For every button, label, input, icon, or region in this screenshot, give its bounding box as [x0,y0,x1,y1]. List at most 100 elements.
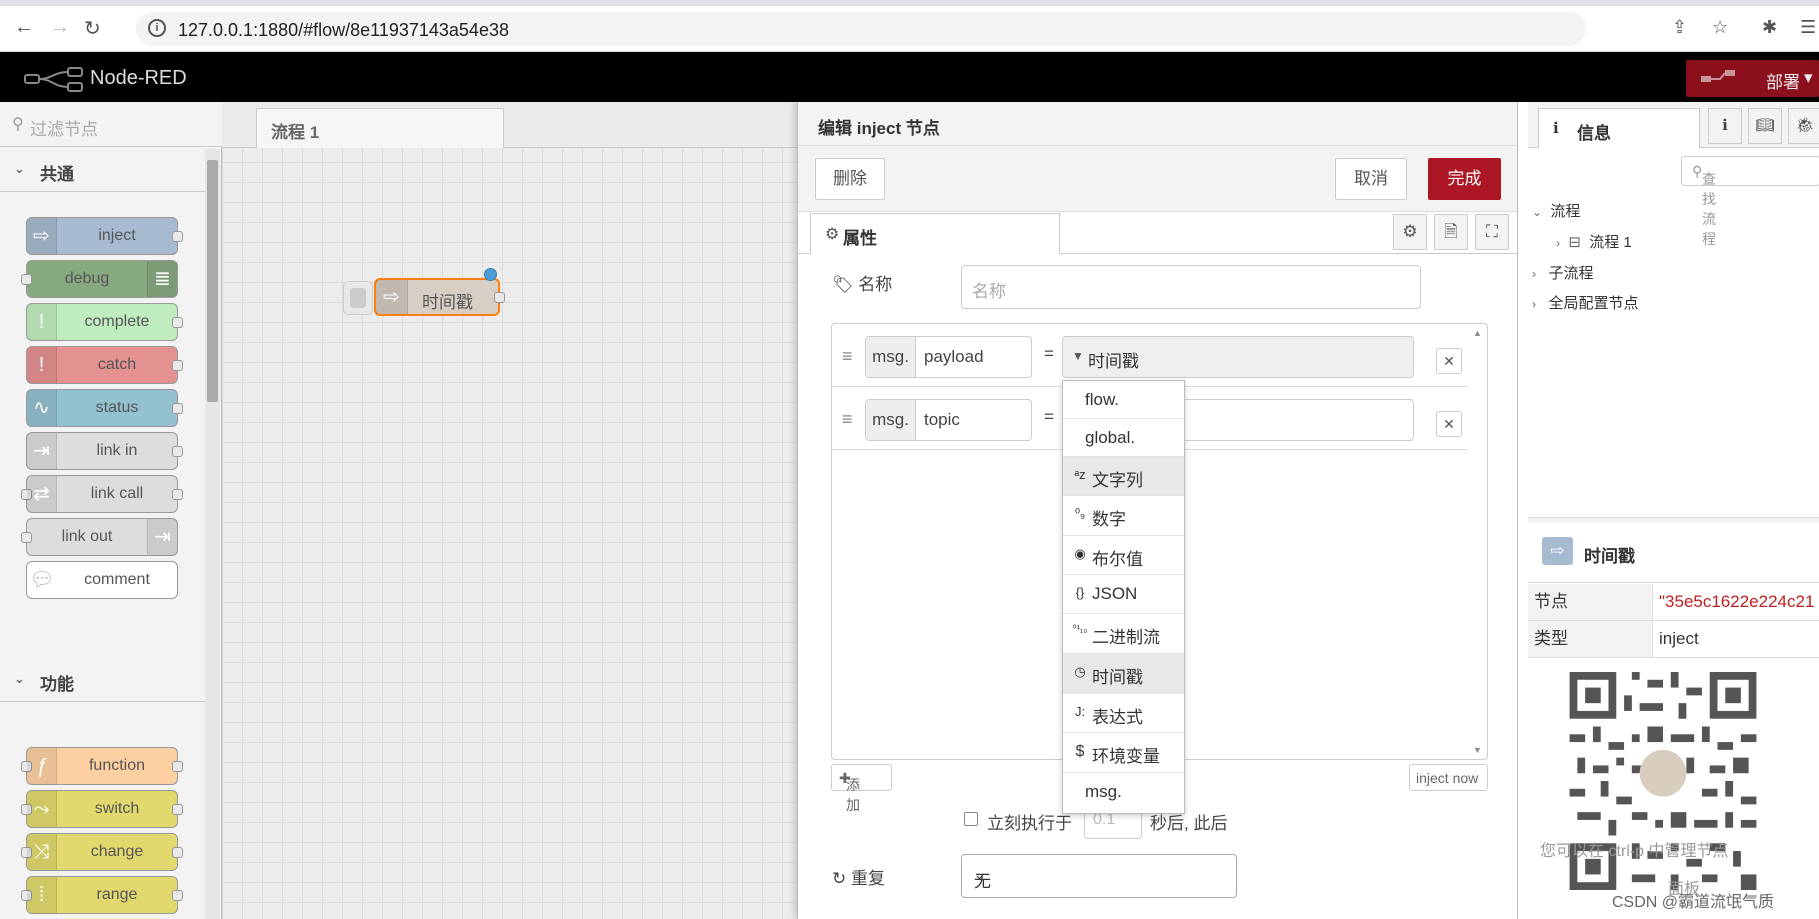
menu-item-json[interactable]: {} JSON [1063,575,1184,614]
property-name-field[interactable]: msg. topic [865,399,1032,441]
tree-label: 流程 [1550,203,1581,220]
bookmark-star-icon[interactable]: ☆ [1712,17,1728,38]
deploy-button[interactable]: 部署 ▾ [1686,60,1819,97]
share-icon[interactable]: ⇪ [1672,17,1687,38]
property-row: ≡ msg. payload = ▼ 时间戳 ✕ [832,324,1468,387]
selected-node-title: 时间戳 [1584,547,1635,566]
appearance-frame-icon[interactable]: ⛶ [1475,214,1509,250]
tab-info[interactable]: ℹ 信息 [1538,108,1700,149]
delete-button[interactable]: 删除 [815,158,885,200]
gear-icon: ⚙ [825,226,840,243]
inject-arrow-icon: ⇨ [27,218,57,254]
tab-properties[interactable]: ⚙ 属性 [810,213,1060,255]
remove-row-button[interactable]: ✕ [1436,411,1462,437]
sidebar-search-input[interactable]: ⚲ 查找流程 [1681,156,1819,247]
tree-subflows[interactable]: › 子流程 [1532,262,1594,283]
palette-filter[interactable]: ⚲ 过滤节点 [0,102,222,147]
inject-trigger-button[interactable] [343,281,373,315]
flow-node-timestamp[interactable]: ⇨ 时间戳 [374,278,500,316]
tray-title: 编辑 inject 节点 [798,102,1518,146]
remove-row-button[interactable]: ✕ [1436,348,1462,374]
debug-list-icon: ≣ [147,261,177,297]
msg-prefix[interactable]: msg. [866,400,916,440]
palette-node-range[interactable]: ⁞ range [21,876,183,914]
palette-node-switch[interactable]: ⤳ switch [21,790,183,828]
bug-icon[interactable]: 🐞︎ [1788,108,1819,144]
chevron-down-icon: ⌄ [1532,205,1543,219]
clock-icon: ◷ [1074,664,1086,679]
settings-gear-icon[interactable]: ⚙ [1393,214,1427,250]
deploy-menu-caret-icon[interactable]: ▾ [1804,68,1813,88]
menu-item-label: 数字 [1092,510,1126,529]
name-field[interactable]: 名称 [961,265,1421,309]
drag-handle-icon[interactable]: ≡ [842,346,853,367]
browser-tabstrip [0,0,1819,6]
cancel-button[interactable]: 取消 [1335,158,1407,200]
palette-node-link-call[interactable]: ⇄ link call [21,475,183,513]
drag-handle-icon[interactable]: ≡ [842,409,853,430]
reload-icon[interactable]: ↻ [84,16,101,41]
repeat-select[interactable]: 无 ⌄ [961,854,1237,898]
exclamation-icon: ! [27,304,57,340]
menu-item-expression[interactable]: J: 表达式 [1063,694,1184,733]
inject-now-button[interactable]: inject now [1409,764,1488,791]
menu-item-msg[interactable]: msg. [1063,773,1184,813]
menu-item-env[interactable]: $ 环境变量 [1063,733,1184,773]
add-property-button[interactable]: ✚ 添加 [831,764,892,813]
palette-node-inject[interactable]: ⇨ inject [26,217,183,255]
sidebar-help-text: 您可以在 ctrl-p 中管理节点 [1540,843,1729,860]
palette-node-catch[interactable]: ! catch [26,346,183,384]
menu-item-label: 布尔值 [1092,550,1143,569]
menu-item-number[interactable]: ⁰₉ 数字 [1063,496,1184,536]
tray-toolbar: 删除 取消 完成 [798,146,1518,212]
property-list-scrollbar[interactable]: ▲ ▼ [1468,324,1488,759]
info-icon: ℹ [1553,120,1559,137]
property-name-field[interactable]: msg. payload [865,336,1032,378]
node-label: function [88,757,146,774]
flow-workspace[interactable] [222,102,797,919]
menu-item-global[interactable]: global. [1063,419,1184,457]
menu-item-string[interactable]: ᵃz 文字列 [1063,457,1184,496]
info-sidebar: ℹ 信息 ℹ 📖︎ 🐞︎ ⚲ 查找流程 ⌄ 流程 › ⊟ 流程 1 › 子流程 … [1517,102,1819,919]
back-icon[interactable]: ← [14,16,34,39]
inject-once-checkbox[interactable] [964,812,978,826]
palette-category-function[interactable]: ⌄ 功能 [0,658,205,702]
palette-scrollbar[interactable] [205,149,220,919]
link-call-icon: ⇄ [27,476,57,512]
palette-node-complete[interactable]: ! complete [26,303,183,341]
forward-icon[interactable]: → [50,16,70,39]
menu-item-flow[interactable]: flow. [1063,381,1184,419]
tree-global-config[interactable]: › 全局配置节点 [1532,292,1639,313]
deploy-label: 部署 [1766,73,1800,92]
tab-list-icon[interactable]: ☰ [1800,17,1816,38]
palette-node-function[interactable]: ƒ function [21,747,183,785]
palette-node-debug[interactable]: debug ≣ [21,260,178,298]
node-label: debug [64,270,110,287]
tree-flow-1[interactable]: › ⊟ 流程 1 [1556,231,1632,252]
extensions-icon[interactable]: ✱ [1762,17,1777,38]
done-button[interactable]: 完成 [1428,158,1501,200]
chevron-right-icon: › [1556,236,1560,250]
menu-item-boolean[interactable]: ◉ 布尔值 [1063,536,1184,575]
palette-node-status[interactable]: ∿ status [26,389,183,427]
msg-prefix[interactable]: msg. [866,337,916,377]
switch-icon: ⤳ [27,791,57,827]
menu-item-binary[interactable]: ⁰¹₁₀ 二进制流 [1063,614,1184,654]
palette-filter-placeholder: 过滤节点 [30,120,98,139]
book-icon[interactable]: 📖︎ [1748,108,1782,144]
palette-category-common[interactable]: ⌄ 共通 [0,148,205,192]
node-output-port[interactable] [494,292,505,303]
palette-node-comment[interactable]: 💬︎ comment [26,561,178,599]
palette-node-change[interactable]: ⤨ change [21,833,183,871]
palette-node-link-out[interactable]: link out ⇥ [21,518,178,556]
tree-flows[interactable]: ⌄ 流程 [1532,200,1580,221]
address-bar[interactable]: i 127.0.0.1:1880/#flow/8e11937143a54e38 [136,12,1586,46]
menu-item-timestamp[interactable]: ◷ 时间戳 [1063,654,1184,694]
palette-node-link-in[interactable]: ⇥ link in [26,432,183,470]
property-value-type-field[interactable]: ▼ 时间戳 [1062,336,1414,378]
site-info-icon[interactable]: i [148,19,166,37]
info-icon[interactable]: ℹ [1708,108,1742,144]
info-value[interactable]: "35e5c1622e224c21 [1659,592,1814,612]
description-doc-icon[interactable]: 🗎︎ [1434,214,1468,250]
tab-flow-1[interactable]: 流程 1 [256,108,504,148]
